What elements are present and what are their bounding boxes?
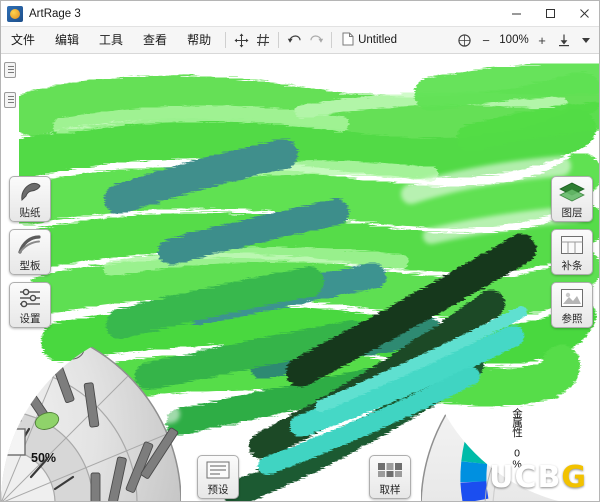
stencil-tool-label: 型板 [19,260,41,272]
scraps-icon [559,230,585,260]
more-icon[interactable] [575,29,597,51]
scraps-label: 补条 [561,260,583,272]
sample-icon [376,456,404,484]
artrage-logo-icon [7,5,23,22]
sample-button[interactable]: 取样 [369,455,411,499]
menu-view[interactable]: 查看 [133,27,177,54]
tool-size-percent: 50% [31,451,57,465]
minimize-icon[interactable] [499,1,533,27]
sticker-icon [17,177,43,207]
stencil-icon [17,230,43,260]
presets-icon [205,456,231,484]
layers-label: 图层 [561,207,583,219]
canvas-handle-top[interactable] [4,62,16,78]
toolbar-separator [331,32,333,48]
undo-icon[interactable] [283,29,305,51]
toolbar-separator [278,32,280,48]
move-icon[interactable] [230,29,252,51]
menu-edit[interactable]: 编辑 [45,27,89,54]
layers-icon [558,177,586,207]
grid-icon[interactable] [252,29,274,51]
toolbar-separator [225,32,227,48]
window-controls [499,1,599,27]
canvas-area[interactable]: 贴纸 型板 设置 图层 补条 参照 预设 取样 50% 金属性 0% UCBG [1,54,599,502]
document-chip[interactable]: Untitled [336,29,403,51]
presets-button[interactable]: 预设 [197,455,239,499]
zoom-value[interactable]: 100% [497,34,531,46]
fit-to-screen-icon[interactable] [453,29,475,51]
maximize-icon[interactable] [533,1,567,27]
tool-picker-wheel[interactable] [1,317,187,502]
settings-icon [17,283,43,313]
reference-icon [559,283,585,313]
sticker-tool-button[interactable]: 贴纸 [9,176,51,222]
document-name: Untitled [358,34,398,46]
menu-file[interactable]: 文件 [1,27,45,54]
document-icon [342,32,354,49]
menu-tools[interactable]: 工具 [89,27,133,54]
menu-bar: 文件 编辑 工具 查看 帮助 Untitled − 100% + [1,27,599,54]
redo-icon[interactable] [305,29,327,51]
watermark: UCBG [489,460,587,495]
stencil-tool-button[interactable]: 型板 [9,229,51,275]
close-icon[interactable] [567,1,599,27]
presets-label: 预设 [207,484,229,496]
layers-button[interactable]: 图层 [551,176,593,222]
watermark-g: G [561,460,587,495]
watermark-b: B [537,460,562,495]
zoom-in-button[interactable]: + [531,29,553,51]
artrage-window: ArtRage 3 文件 编辑 工具 查看 帮助 Untitled − 100%… [0,0,600,502]
sample-label: 取样 [379,484,401,496]
scraps-button[interactable]: 补条 [551,229,593,275]
zoom-out-button[interactable]: − [475,29,497,51]
sticker-tool-label: 贴纸 [19,207,41,219]
download-icon[interactable] [553,29,575,51]
window-title: ArtRage 3 [29,7,81,20]
watermark-c: C [514,460,538,495]
zoom-controls: − 100% + [453,29,599,51]
canvas-handle-bottom[interactable] [4,92,16,108]
title-bar: ArtRage 3 [1,1,599,27]
menu-help[interactable]: 帮助 [177,27,221,54]
watermark-u: U [489,460,515,495]
